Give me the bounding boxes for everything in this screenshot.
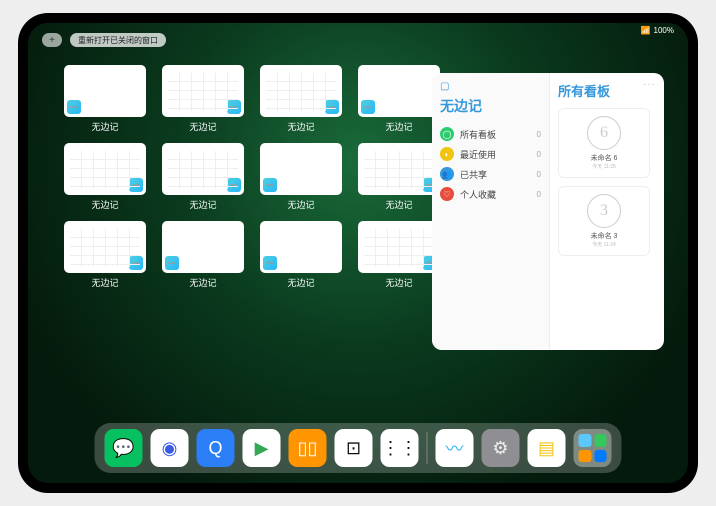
dock-app-play[interactable]: ▶ bbox=[243, 429, 281, 467]
menu-icon: 👥 bbox=[440, 167, 454, 181]
dock-app-connect[interactable]: ⋮⋮ bbox=[381, 429, 419, 467]
more-button[interactable]: ··· bbox=[643, 79, 656, 90]
menu-icon: ◯ bbox=[440, 127, 454, 141]
window-preview[interactable]: 〰 bbox=[64, 221, 146, 273]
window-preview[interactable]: 〰 bbox=[162, 65, 244, 117]
window-preview[interactable]: 〰 bbox=[260, 143, 342, 195]
freeform-icon: 〰 bbox=[325, 100, 339, 114]
window-thumb[interactable]: 〰无边记 bbox=[64, 65, 146, 133]
board-thumbnail: 6 bbox=[587, 116, 621, 150]
sidebar-item[interactable]: ◐ 最近使用 0 bbox=[440, 144, 541, 164]
menu-label: 所有看板 bbox=[460, 128, 496, 141]
menu-icon: ◐ bbox=[440, 147, 454, 161]
window-thumb[interactable]: 〰无边记 bbox=[64, 221, 146, 289]
freeform-icon: 〰 bbox=[165, 256, 179, 270]
window-label: 无边记 bbox=[385, 276, 412, 289]
window-label: 无边记 bbox=[91, 276, 118, 289]
window-thumb[interactable]: 〰无边记 bbox=[358, 65, 440, 133]
wifi-icon: 📶 bbox=[641, 26, 651, 35]
panel-sidebar-title: 无边记 bbox=[440, 96, 541, 116]
dock-folder[interactable] bbox=[574, 429, 612, 467]
freeform-icon: 〰 bbox=[263, 256, 277, 270]
window-preview[interactable]: 〰 bbox=[358, 221, 440, 273]
menu-label: 已共享 bbox=[460, 168, 487, 181]
window-label: 无边记 bbox=[189, 276, 216, 289]
dock-app-quark[interactable]: ◉ bbox=[151, 429, 189, 467]
window-grid: 〰无边记〰无边记〰无边记〰无边记〰无边记〰无边记〰无边记〰无边记〰无边记〰无边记… bbox=[64, 65, 442, 289]
status-bar: 📶 100% bbox=[641, 26, 674, 35]
window-preview[interactable]: 〰 bbox=[260, 65, 342, 117]
menu-icon: ♡ bbox=[440, 187, 454, 201]
ipad-frame: 📶 100% + 重新打开已关闭的窗口 〰无边记〰无边记〰无边记〰无边记〰无边记… bbox=[18, 13, 698, 493]
window-label: 无边记 bbox=[287, 276, 314, 289]
freeform-icon: 〰 bbox=[227, 178, 241, 192]
board-title: 未命名 6 bbox=[591, 153, 618, 163]
window-preview[interactable]: 〰 bbox=[260, 221, 342, 273]
menu-label: 最近使用 bbox=[460, 148, 496, 161]
window-thumb[interactable]: 〰无边记 bbox=[358, 221, 440, 289]
sidebar-item[interactable]: ♡ 个人收藏 0 bbox=[440, 184, 541, 204]
dock-app-dice[interactable]: ⊡ bbox=[335, 429, 373, 467]
screen: 📶 100% + 重新打开已关闭的窗口 〰无边记〰无边记〰无边记〰无边记〰无边记… bbox=[28, 23, 688, 483]
battery-label: 100% bbox=[654, 26, 674, 35]
freeform-panel: ▢ 无边记 ◯ 所有看板 0 ◐ 最近使用 0 👥 已共享 0 ♡ 个人收藏 0 ··· 所有看板 6… bbox=[432, 73, 664, 350]
dock-app-freeform[interactable]: 〰 bbox=[436, 429, 474, 467]
dock-app-settings[interactable]: ⚙ bbox=[482, 429, 520, 467]
window-preview[interactable]: 〰 bbox=[64, 143, 146, 195]
board-card[interactable]: 6 未命名 6今天 11:25 bbox=[558, 108, 650, 178]
dock: 💬◉Q▶▯▯⊡⋮⋮ 〰⚙▤ bbox=[95, 423, 622, 473]
window-label: 无边记 bbox=[385, 198, 412, 211]
panel-content-title: 所有看板 bbox=[558, 81, 656, 100]
panel-sidebar: ▢ 无边记 ◯ 所有看板 0 ◐ 最近使用 0 👥 已共享 0 ♡ 个人收藏 0 bbox=[432, 73, 550, 350]
dock-app-notes[interactable]: ▤ bbox=[528, 429, 566, 467]
dock-divider bbox=[427, 432, 428, 464]
freeform-icon: 〰 bbox=[129, 256, 143, 270]
window-thumb[interactable]: 〰无边记 bbox=[64, 143, 146, 211]
add-window-button[interactable]: + bbox=[42, 33, 62, 47]
menu-count: 0 bbox=[537, 170, 541, 179]
panel-app-icon: ▢ bbox=[440, 81, 541, 92]
board-thumbnail: 3 bbox=[587, 194, 621, 228]
board-card[interactable]: 3 未命名 3今天 11:24 bbox=[558, 186, 650, 256]
sidebar-item[interactable]: 👥 已共享 0 bbox=[440, 164, 541, 184]
window-thumb[interactable]: 〰无边记 bbox=[162, 221, 244, 289]
menu-label: 个人收藏 bbox=[460, 188, 496, 201]
window-preview[interactable]: 〰 bbox=[64, 65, 146, 117]
window-thumb[interactable]: 〰无边记 bbox=[162, 65, 244, 133]
window-preview[interactable]: 〰 bbox=[162, 221, 244, 273]
dock-app-qqbrowser[interactable]: Q bbox=[197, 429, 235, 467]
window-thumb[interactable]: 〰无边记 bbox=[260, 221, 342, 289]
freeform-icon: 〰 bbox=[129, 178, 143, 192]
window-preview[interactable]: 〰 bbox=[358, 143, 440, 195]
window-label: 无边记 bbox=[91, 120, 118, 133]
window-label: 无边记 bbox=[189, 120, 216, 133]
panel-content: ··· 所有看板 6 未命名 6今天 11:25 3 未命名 3今天 11:24 bbox=[550, 73, 664, 350]
reopen-closed-window-button[interactable]: 重新打开已关闭的窗口 bbox=[70, 33, 166, 47]
freeform-icon: 〰 bbox=[227, 100, 241, 114]
menu-count: 0 bbox=[537, 150, 541, 159]
freeform-icon: 〰 bbox=[263, 178, 277, 192]
board-subtitle: 今天 11:24 bbox=[592, 241, 616, 248]
dock-app-wechat[interactable]: 💬 bbox=[105, 429, 143, 467]
freeform-icon: 〰 bbox=[67, 100, 81, 114]
window-label: 无边记 bbox=[287, 120, 314, 133]
freeform-icon: 〰 bbox=[361, 100, 375, 114]
window-label: 无边记 bbox=[91, 198, 118, 211]
window-label: 无边记 bbox=[385, 120, 412, 133]
menu-count: 0 bbox=[537, 130, 541, 139]
window-thumb[interactable]: 〰无边记 bbox=[358, 143, 440, 211]
window-preview[interactable]: 〰 bbox=[358, 65, 440, 117]
window-thumb[interactable]: 〰无边记 bbox=[260, 143, 342, 211]
sidebar-item[interactable]: ◯ 所有看板 0 bbox=[440, 124, 541, 144]
board-title: 未命名 3 bbox=[591, 231, 618, 241]
board-subtitle: 今天 11:25 bbox=[592, 163, 616, 170]
top-bar: + 重新打开已关闭的窗口 bbox=[42, 33, 166, 47]
menu-count: 0 bbox=[537, 190, 541, 199]
window-thumb[interactable]: 〰无边记 bbox=[162, 143, 244, 211]
window-label: 无边记 bbox=[189, 198, 216, 211]
window-label: 无边记 bbox=[287, 198, 314, 211]
window-thumb[interactable]: 〰无边记 bbox=[260, 65, 342, 133]
window-preview[interactable]: 〰 bbox=[162, 143, 244, 195]
dock-app-books[interactable]: ▯▯ bbox=[289, 429, 327, 467]
